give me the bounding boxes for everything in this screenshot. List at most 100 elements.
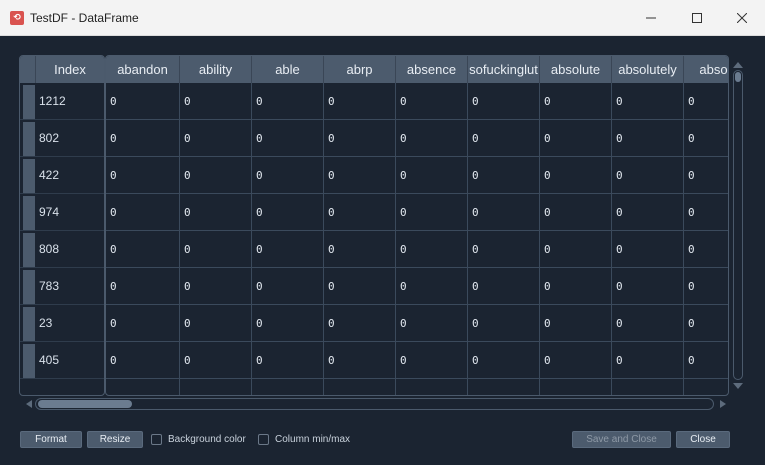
table-cell[interactable]: 0: [540, 83, 612, 120]
table-cell[interactable]: 0: [106, 231, 180, 268]
row-marker[interactable]: [23, 307, 35, 341]
table-cell[interactable]: 0: [324, 120, 396, 157]
table-cell[interactable]: 0: [684, 83, 728, 120]
table-cell[interactable]: [612, 379, 684, 395]
table-cell[interactable]: 0: [396, 194, 468, 231]
column-header[interactable]: abso: [684, 56, 728, 83]
table-cell[interactable]: 0: [468, 342, 540, 379]
scroll-right-icon[interactable]: [720, 400, 726, 408]
vertical-scroll-track[interactable]: [733, 70, 743, 380]
table-cell[interactable]: [468, 379, 540, 395]
index-row[interactable]: 808: [20, 231, 104, 268]
row-marker[interactable]: [23, 159, 35, 193]
column-header[interactable]: abandon: [106, 56, 180, 83]
table-cell[interactable]: 0: [106, 268, 180, 305]
table-cell[interactable]: 0: [252, 120, 324, 157]
table-cell[interactable]: 0: [396, 268, 468, 305]
column-header[interactable]: absolute: [540, 56, 612, 83]
table-cell[interactable]: 0: [324, 194, 396, 231]
table-cell[interactable]: 0: [540, 120, 612, 157]
index-row[interactable]: 802: [20, 120, 104, 157]
table-cell[interactable]: 0: [396, 157, 468, 194]
table-cell[interactable]: [684, 379, 728, 395]
resize-button[interactable]: Resize: [87, 431, 143, 448]
minimize-button[interactable]: [628, 0, 674, 36]
table-cell[interactable]: 0: [252, 83, 324, 120]
corner-cell[interactable]: [20, 56, 36, 83]
scroll-down-icon[interactable]: [733, 383, 743, 389]
table-cell[interactable]: 0: [612, 120, 684, 157]
table-cell[interactable]: 0: [540, 268, 612, 305]
column-header[interactable]: ability: [180, 56, 252, 83]
column-header[interactable]: sofuckinglut: [468, 56, 540, 83]
table-cell[interactable]: 0: [324, 83, 396, 120]
table-cell[interactable]: 0: [324, 342, 396, 379]
table-cell[interactable]: 0: [106, 342, 180, 379]
table-cell[interactable]: 0: [180, 157, 252, 194]
vertical-scroll-thumb[interactable]: [735, 72, 741, 82]
index-row[interactable]: 1212: [20, 83, 104, 120]
table-cell[interactable]: 0: [180, 305, 252, 342]
table-cell[interactable]: [106, 379, 180, 395]
table-cell[interactable]: 0: [396, 83, 468, 120]
table-cell[interactable]: 0: [252, 157, 324, 194]
table-cell[interactable]: 0: [106, 194, 180, 231]
column-header[interactable]: absolutely: [612, 56, 684, 83]
table-cell[interactable]: 0: [684, 157, 728, 194]
index-row[interactable]: 405: [20, 342, 104, 379]
table-cell[interactable]: 0: [106, 120, 180, 157]
column-header[interactable]: abrp: [324, 56, 396, 83]
table-cell[interactable]: 0: [106, 83, 180, 120]
table-cell[interactable]: 0: [540, 305, 612, 342]
close-button[interactable]: Close: [676, 431, 730, 448]
row-marker[interactable]: [23, 344, 35, 378]
vertical-scrollbar[interactable]: [732, 62, 744, 390]
table-cell[interactable]: 0: [396, 231, 468, 268]
table-cell[interactable]: [324, 379, 396, 395]
table-cell[interactable]: 0: [684, 268, 728, 305]
table-cell[interactable]: 0: [106, 305, 180, 342]
table-cell[interactable]: 0: [396, 120, 468, 157]
row-marker[interactable]: [23, 233, 35, 267]
format-button[interactable]: Format: [20, 431, 82, 448]
table-cell[interactable]: 0: [252, 231, 324, 268]
table-cell[interactable]: 0: [324, 157, 396, 194]
table-cell[interactable]: 0: [540, 342, 612, 379]
table-cell[interactable]: 0: [684, 342, 728, 379]
horizontal-scroll-thumb[interactable]: [38, 400, 132, 408]
table-cell[interactable]: 0: [612, 268, 684, 305]
table-cell[interactable]: [396, 379, 468, 395]
index-row[interactable]: 783: [20, 268, 104, 305]
table-cell[interactable]: [180, 379, 252, 395]
table-cell[interactable]: 0: [468, 120, 540, 157]
table-cell[interactable]: 0: [180, 268, 252, 305]
table-cell[interactable]: 0: [612, 194, 684, 231]
horizontal-scroll-track[interactable]: [35, 398, 714, 410]
table-cell[interactable]: 0: [540, 194, 612, 231]
column-header[interactable]: absence: [396, 56, 468, 83]
table-cell[interactable]: 0: [180, 231, 252, 268]
table-cell[interactable]: [540, 379, 612, 395]
table-cell[interactable]: 0: [324, 268, 396, 305]
table-cell[interactable]: 0: [324, 231, 396, 268]
table-cell[interactable]: 0: [612, 83, 684, 120]
table-cell[interactable]: 0: [684, 231, 728, 268]
column-minmax-checkbox[interactable]: Column min/max: [258, 433, 350, 445]
table-cell[interactable]: 0: [612, 157, 684, 194]
table-cell[interactable]: 0: [180, 194, 252, 231]
table-cell[interactable]: 0: [180, 83, 252, 120]
table-cell[interactable]: 0: [468, 194, 540, 231]
table-cell[interactable]: 0: [468, 231, 540, 268]
table-cell[interactable]: 0: [468, 83, 540, 120]
horizontal-scrollbar[interactable]: [26, 397, 726, 411]
row-marker[interactable]: [23, 85, 35, 119]
save-and-close-button[interactable]: Save and Close: [572, 431, 671, 448]
table-cell[interactable]: 0: [612, 231, 684, 268]
table-cell[interactable]: [252, 379, 324, 395]
table-cell[interactable]: 0: [252, 305, 324, 342]
table-cell[interactable]: 0: [396, 342, 468, 379]
table-cell[interactable]: 0: [612, 305, 684, 342]
close-window-button[interactable]: [719, 0, 765, 36]
index-row[interactable]: 422: [20, 157, 104, 194]
table-cell[interactable]: 0: [684, 194, 728, 231]
